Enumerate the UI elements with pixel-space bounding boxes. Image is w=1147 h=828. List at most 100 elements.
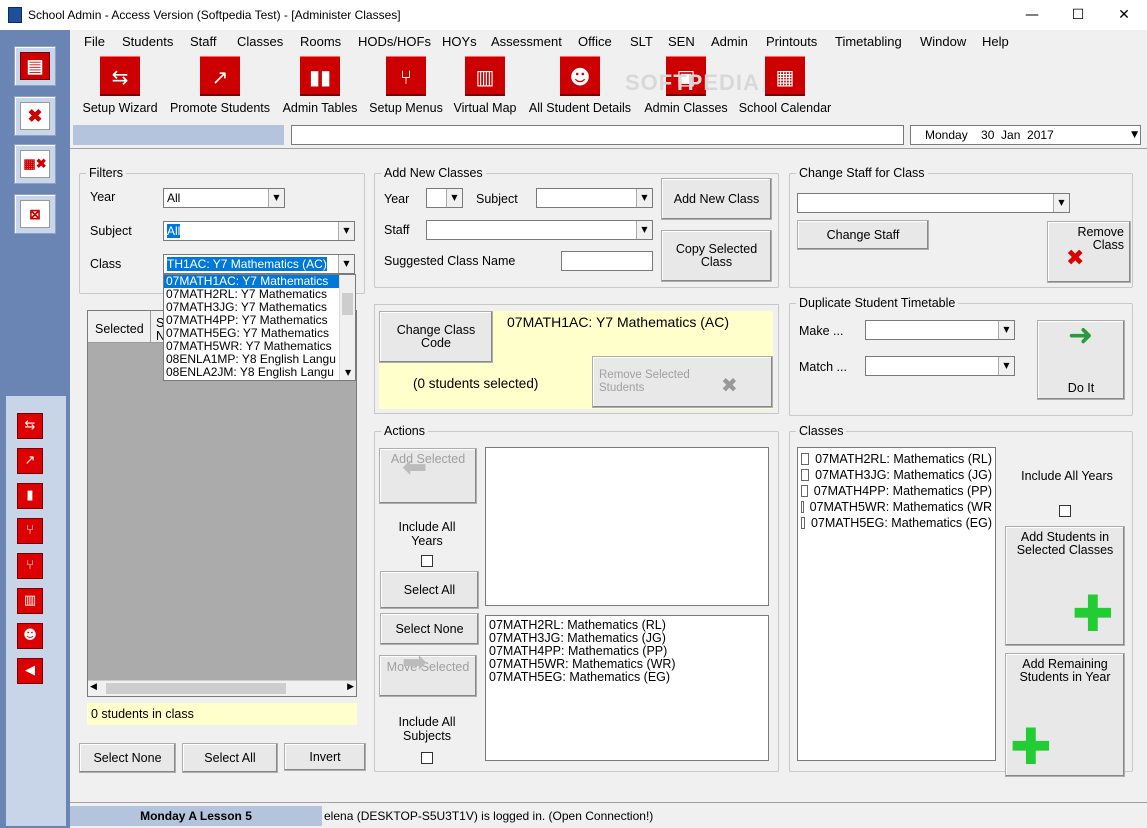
date-combo[interactable]: Monday 30 Jan 2017 ▼ bbox=[910, 125, 1141, 145]
class-list-item[interactable]: 07MATH4PP: Mathematics (PP) bbox=[801, 483, 992, 499]
include-all-years-checkbox[interactable] bbox=[421, 555, 433, 567]
add-remaining-label: Add Remaining Students in Year bbox=[1019, 657, 1111, 684]
menu-staff[interactable]: Staff bbox=[190, 34, 217, 49]
move-selected-button[interactable]: Move Selected ➡ bbox=[379, 648, 477, 697]
add-remaining-students-button[interactable]: Add Remaining Students in Year ✚ bbox=[1005, 653, 1125, 777]
change-class-code-button[interactable]: Change Class Code bbox=[379, 311, 493, 363]
setup-menus-button[interactable]: ⑂ Setup Menus bbox=[367, 56, 445, 118]
tool-label: Admin Classes bbox=[644, 101, 728, 115]
suggested-name-field[interactable] bbox=[561, 251, 653, 271]
list-item[interactable]: 07MATH5EG: Mathematics (EG) bbox=[489, 671, 765, 684]
shortcut-virtual-map[interactable]: ▥ bbox=[17, 588, 43, 614]
class-filter-combo[interactable]: TH1AC: Y7 Mathematics (AC) ▼ bbox=[163, 254, 355, 274]
menu-hoys[interactable]: HOYs bbox=[442, 34, 477, 49]
shortcut-menus-2[interactable]: ⑂ bbox=[17, 553, 43, 579]
match-combo[interactable]: ▼ bbox=[865, 356, 1015, 376]
student-card-button[interactable]: ▤ bbox=[14, 46, 56, 86]
horizontal-scrollbar[interactable]: ◀ ▶ bbox=[88, 680, 356, 696]
shortcut-setup-wizard[interactable]: ⇆ bbox=[17, 413, 43, 439]
classes-include-all-years-checkbox[interactable] bbox=[1059, 505, 1071, 517]
year-filter-combo[interactable]: All ▼ bbox=[163, 188, 285, 208]
dropdown-scroll-thumb[interactable] bbox=[342, 293, 353, 315]
make-combo[interactable]: ▼ bbox=[865, 320, 1015, 340]
close-button[interactable]: ✕ bbox=[1101, 0, 1147, 30]
setup-wizard-button[interactable]: ⇆ Setup Wizard bbox=[80, 56, 160, 118]
class-checkbox[interactable] bbox=[801, 517, 805, 529]
class-checkbox[interactable] bbox=[801, 453, 810, 465]
close-form-button[interactable]: ✖ bbox=[14, 96, 56, 136]
select-all-classes-button[interactable]: Select All bbox=[380, 571, 479, 609]
add-in-selected-label: Add Students in Selected Classes bbox=[1016, 530, 1114, 557]
add-new-class-button[interactable]: Add New Class bbox=[661, 178, 772, 220]
select-all-students-button[interactable]: Select All bbox=[182, 743, 278, 773]
change-staff-combo[interactable]: ▼ bbox=[797, 193, 1070, 213]
scroll-left-icon[interactable]: ◀ bbox=[90, 682, 97, 692]
copy-selected-class-button[interactable]: Copy Selected Class bbox=[661, 230, 772, 282]
shortcut-student-details[interactable]: ☻ bbox=[17, 623, 43, 649]
menu-admin[interactable]: Admin bbox=[711, 34, 748, 49]
new-year-combo[interactable]: ▼ bbox=[426, 188, 463, 208]
menu-students[interactable]: Students bbox=[122, 34, 173, 49]
class-list-item[interactable]: 07MATH2RL: Mathematics (RL) bbox=[801, 451, 992, 467]
collapse-panel-button[interactable]: ◀ bbox=[17, 658, 43, 684]
maximize-button[interactable]: ☐ bbox=[1055, 0, 1101, 30]
add-selected-button[interactable]: Add Selected ⬅ bbox=[379, 448, 477, 504]
class-checkbox[interactable] bbox=[801, 469, 810, 481]
select-none-students-button[interactable]: Select None bbox=[79, 743, 176, 773]
class-label: Class bbox=[90, 257, 122, 271]
include-all-subjects-checkbox[interactable] bbox=[421, 752, 433, 764]
col-selected-header[interactable]: Selected bbox=[95, 322, 144, 336]
class-checkbox[interactable] bbox=[801, 485, 808, 497]
select-none-classes-button[interactable]: Select None bbox=[380, 613, 479, 645]
class-item-label: 07MATH2RL: Mathematics (RL) bbox=[815, 452, 992, 466]
chevron-down-icon[interactable]: ▼ bbox=[343, 366, 351, 379]
scroll-right-icon[interactable]: ▶ bbox=[347, 682, 354, 692]
virtual-map-button[interactable]: ▥ Virtual Map bbox=[450, 56, 520, 118]
do-it-button[interactable]: Do It ➜ bbox=[1037, 320, 1125, 400]
menu-office[interactable]: Office bbox=[578, 34, 612, 49]
admin-tables-button[interactable]: ▮▮ Admin Tables bbox=[280, 56, 360, 118]
class-list-item[interactable]: 07MATH3JG: Mathematics (JG) bbox=[801, 467, 992, 483]
menu-help[interactable]: Help bbox=[982, 34, 1009, 49]
shortcut-admin-tables[interactable]: ▮ bbox=[17, 483, 43, 509]
remove-selected-students-button[interactable]: Remove Selected Students ✖ bbox=[592, 356, 773, 408]
new-staff-combo[interactable]: ▼ bbox=[426, 220, 653, 240]
info-panel bbox=[73, 125, 284, 145]
shortcut-setup-menus[interactable]: ⑂ bbox=[17, 518, 43, 544]
class-checkbox[interactable] bbox=[801, 501, 804, 513]
new-subject-combo[interactable]: ▼ bbox=[536, 188, 653, 208]
minimize-button[interactable]: — bbox=[1009, 0, 1055, 30]
invert-selection-button[interactable]: Invert bbox=[284, 743, 366, 771]
menu-timetabling[interactable]: Timetabling bbox=[835, 34, 902, 49]
cancel-button[interactable]: ⊠ bbox=[14, 194, 56, 234]
shortcut-promote[interactable]: ↗ bbox=[17, 448, 43, 474]
menu-classes[interactable]: Classes bbox=[237, 34, 283, 49]
classes-list[interactable]: 07MATH2RL: Mathematics (RL) 07MATH3JG: M… bbox=[797, 447, 996, 761]
class-list-item[interactable]: 07MATH5WR: Mathematics (WR bbox=[801, 499, 992, 515]
class-list-item[interactable]: 07MATH5EG: Mathematics (EG) bbox=[801, 515, 992, 531]
promote-students-button[interactable]: ↗ Promote Students bbox=[168, 56, 272, 118]
menu-file[interactable]: File bbox=[84, 34, 105, 49]
menu-rooms[interactable]: Rooms bbox=[300, 34, 341, 49]
menu-window[interactable]: Window bbox=[920, 34, 966, 49]
menu-sen[interactable]: SEN bbox=[668, 34, 695, 49]
info-field[interactable] bbox=[291, 125, 904, 145]
dropdown-scrollbar[interactable]: ▼ bbox=[339, 275, 355, 380]
menu-assessment[interactable]: Assessment bbox=[491, 34, 562, 49]
actions-upper-list[interactable] bbox=[485, 447, 769, 606]
menu-hods[interactable]: HODs/HOFs bbox=[358, 34, 431, 49]
dropdown-option[interactable]: 08ENLA2JM: Y8 English Langu bbox=[164, 366, 355, 379]
menu-slt[interactable]: SLT bbox=[630, 34, 653, 49]
subject-filter-combo[interactable]: All ▼ bbox=[163, 221, 355, 241]
menu-printouts[interactable]: Printouts bbox=[766, 34, 817, 49]
all-student-details-button[interactable]: ☻ All Student Details bbox=[526, 56, 634, 118]
class-dropdown-list[interactable]: 07MATH1AC: Y7 Mathematics 07MATH2RL: Y7 … bbox=[163, 274, 356, 381]
cancel-icon: ⊠ bbox=[20, 200, 50, 228]
flow-icon: ⑂ bbox=[26, 558, 34, 573]
actions-class-list[interactable]: 07MATH2RL: Mathematics (RL) 07MATH3JG: M… bbox=[485, 615, 769, 761]
remove-class-button[interactable]: Remove Class ✖ bbox=[1047, 221, 1131, 283]
add-students-in-selected-button[interactable]: Add Students in Selected Classes ✚ bbox=[1005, 526, 1125, 646]
close-all-button[interactable]: ▦✖ bbox=[14, 144, 56, 184]
scroll-thumb[interactable] bbox=[106, 683, 286, 694]
change-staff-button[interactable]: Change Staff bbox=[797, 220, 929, 250]
